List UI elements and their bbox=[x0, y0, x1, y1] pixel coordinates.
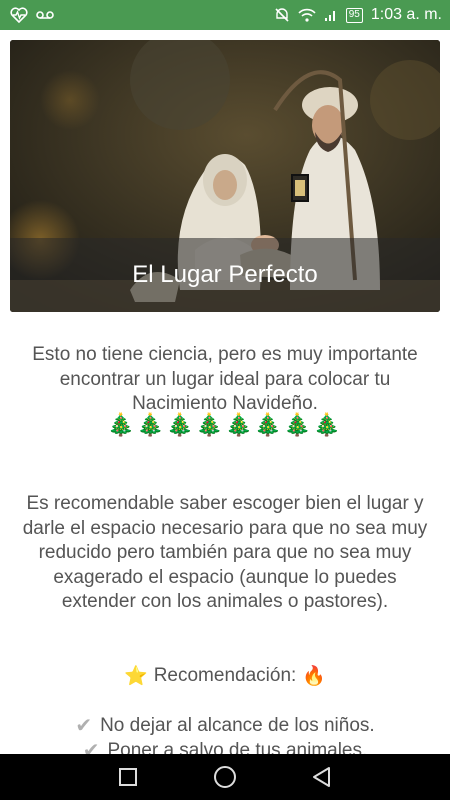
scroll-content[interactable]: El Lugar Perfecto Esto no tiene ciencia,… bbox=[0, 30, 450, 754]
list-item: ✔ Poner a salvo de tus animales. bbox=[0, 738, 450, 755]
check-icon: ✔ bbox=[75, 715, 93, 737]
wifi-icon bbox=[298, 8, 316, 22]
checklist-text: No dejar al alcance de los niños. bbox=[100, 714, 375, 736]
hero-caption: El Lugar Perfecto bbox=[10, 238, 440, 312]
checklist: ✔ No dejar al alcance de los niños. ✔ Po… bbox=[0, 713, 450, 755]
circle-home-icon[interactable] bbox=[212, 764, 238, 790]
status-bar: 95 1:03 a. m. bbox=[0, 0, 450, 30]
recommendation-label: Recomendación: bbox=[153, 665, 297, 686]
fire-icon: 🔥 bbox=[302, 666, 326, 687]
checklist-text: Poner a salvo de tus animales. bbox=[107, 739, 368, 755]
status-left bbox=[10, 7, 54, 23]
health-icon bbox=[10, 7, 28, 23]
intro-paragraph: Esto no tiene ciencia, pero es muy impor… bbox=[32, 344, 418, 414]
body-paragraph: Es recomendable saber escoger bien el lu… bbox=[22, 493, 428, 612]
hero-card: El Lugar Perfecto bbox=[10, 40, 440, 312]
status-right: 95 1:03 a. m. bbox=[274, 6, 442, 24]
voicemail-icon bbox=[36, 10, 54, 20]
recommendation-line: ⭐ Recomendación: 🔥 bbox=[0, 664, 450, 688]
mute-icon bbox=[274, 7, 290, 23]
triangle-back-icon[interactable] bbox=[309, 764, 335, 790]
check-icon: ✔ bbox=[82, 740, 100, 754]
status-time: 1:03 a. m. bbox=[370, 6, 442, 23]
square-recents-icon[interactable] bbox=[115, 764, 141, 790]
battery-icon: 95 bbox=[345, 7, 363, 23]
tree-emoji-row: 🎄🎄🎄🎄🎄🎄🎄🎄 bbox=[107, 412, 343, 437]
navigation-bar bbox=[0, 754, 450, 800]
signal-icon bbox=[324, 8, 338, 22]
list-item: ✔ No dejar al alcance de los niños. bbox=[0, 713, 450, 738]
star-icon: ⭐ bbox=[124, 666, 148, 687]
